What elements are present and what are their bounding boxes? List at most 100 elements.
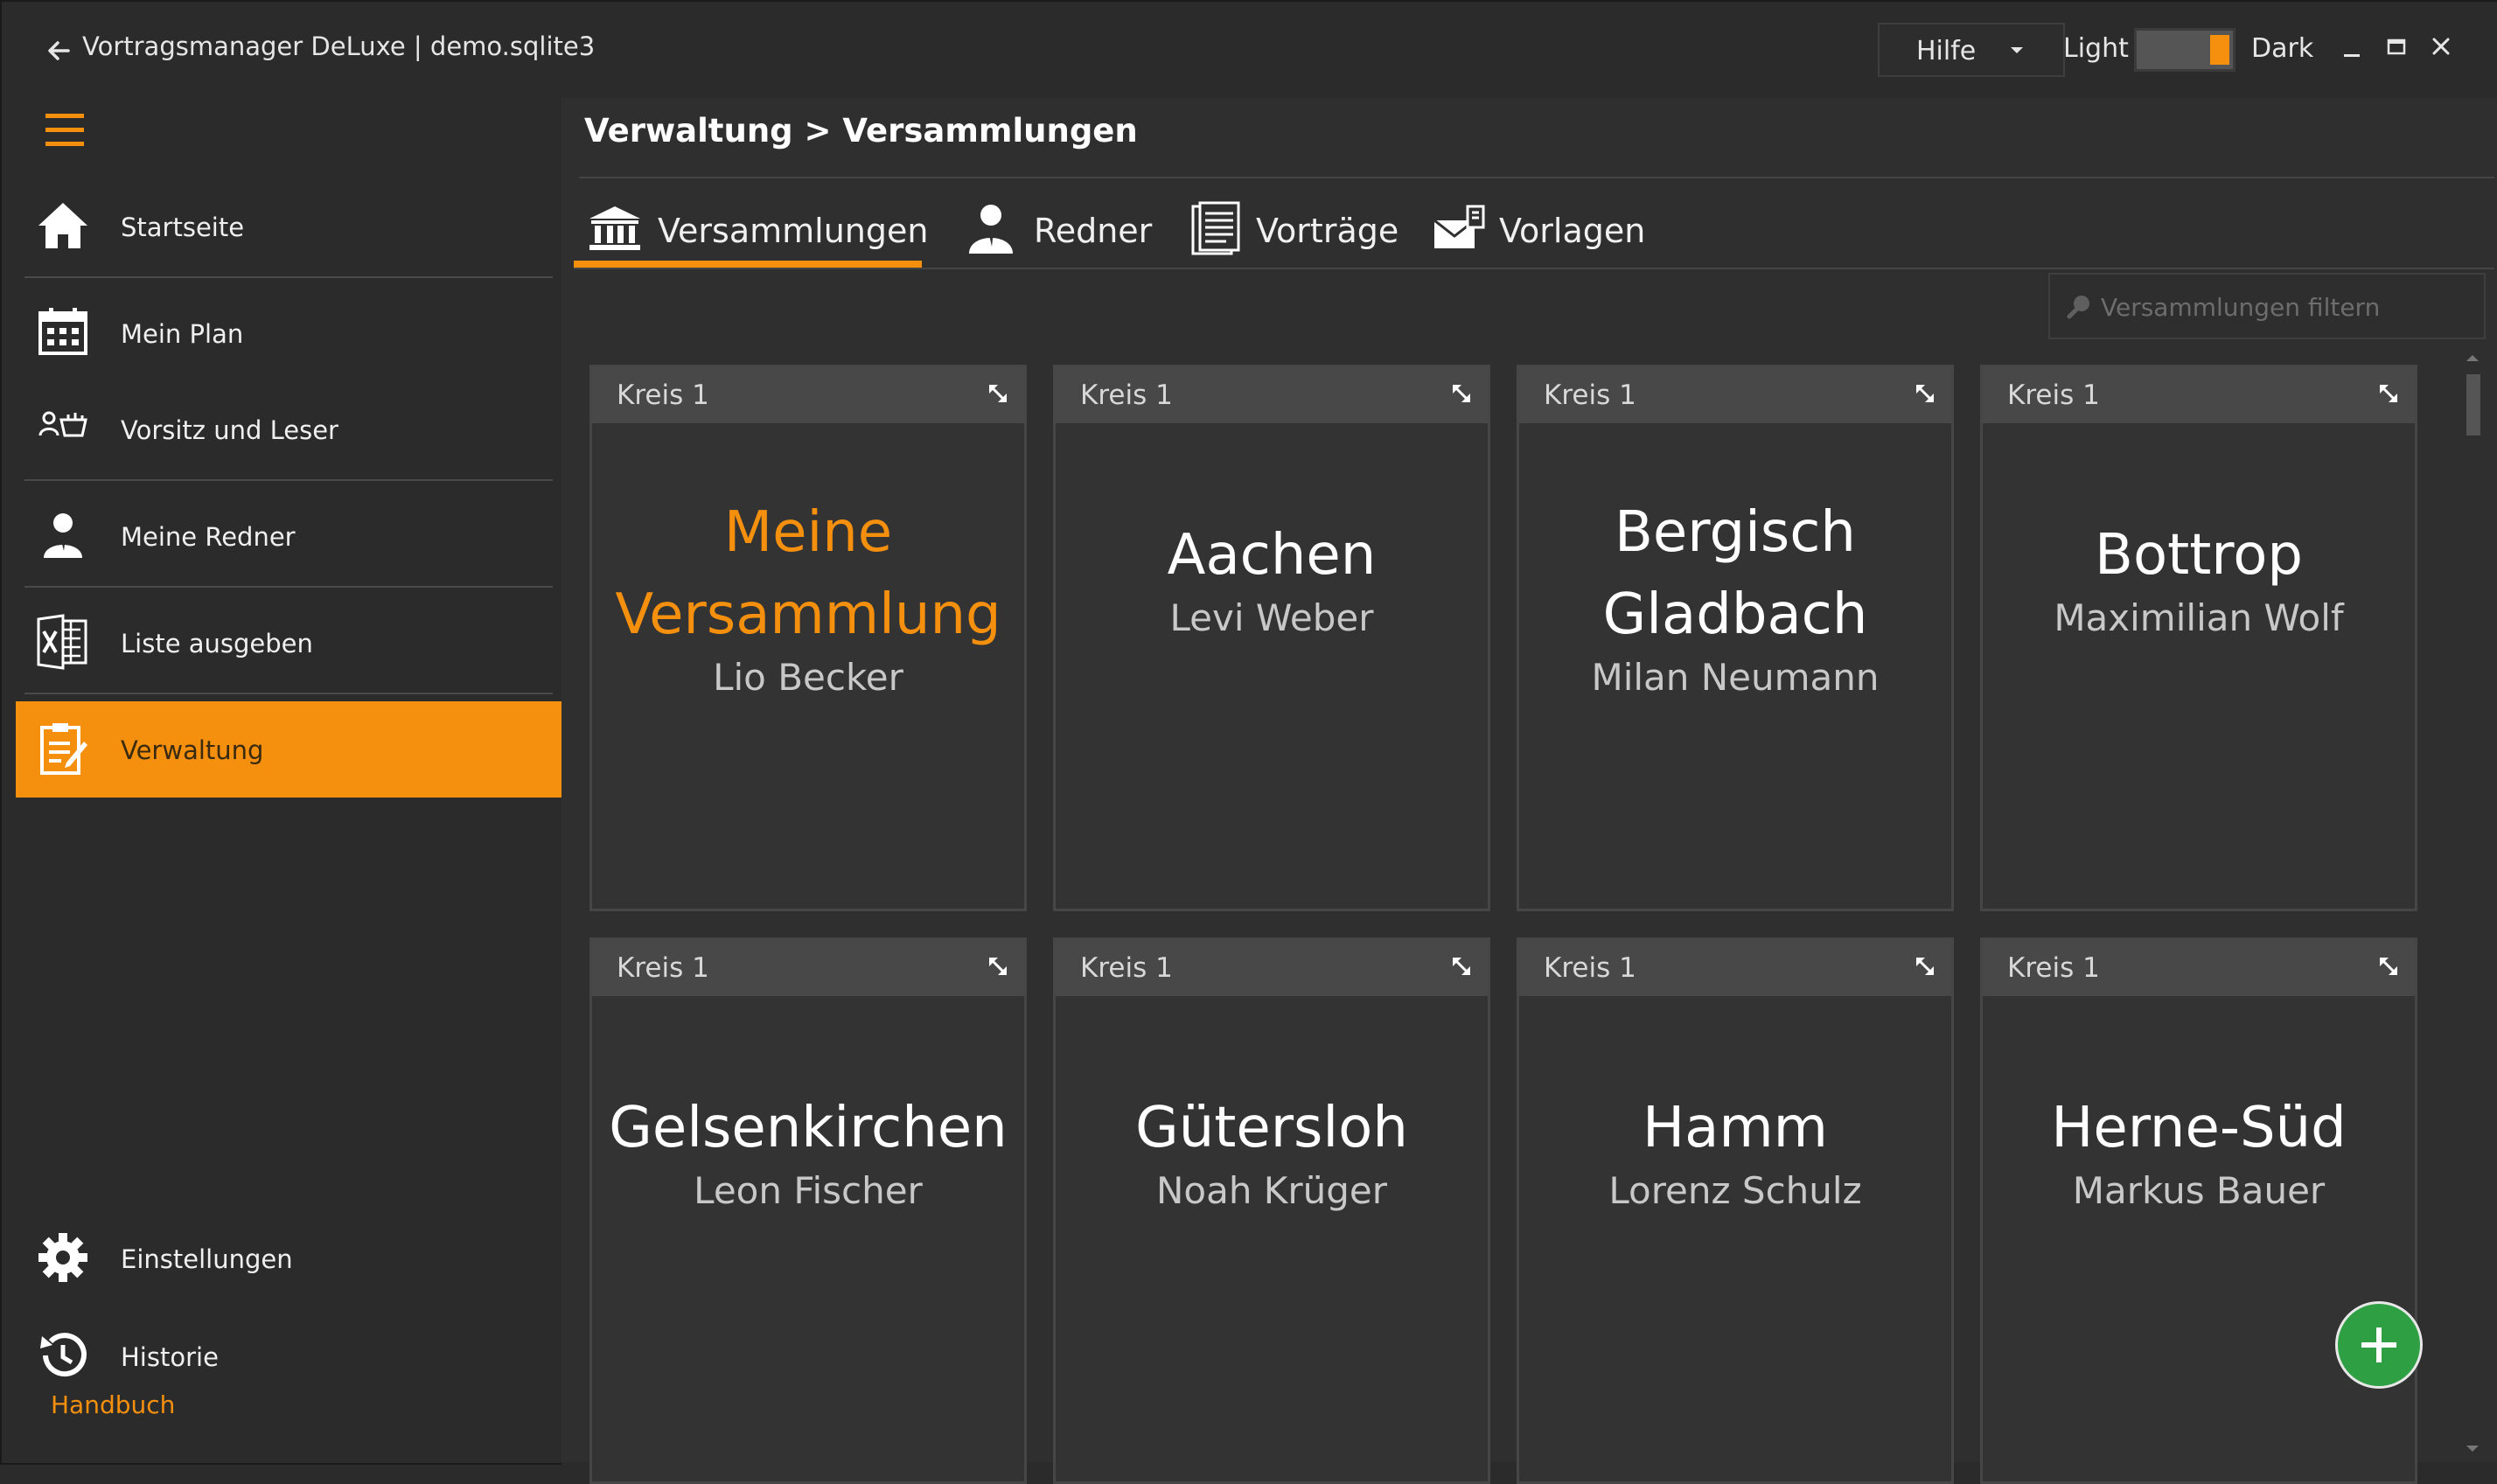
expand-icon[interactable]: [986, 954, 1010, 979]
minimize-icon[interactable]: [2332, 28, 2374, 70]
person-icon: [969, 205, 1013, 254]
expand-icon[interactable]: [1913, 381, 1937, 406]
tab-label: Redner: [1034, 212, 1153, 250]
congregation-card[interactable]: Kreis 1 Meine Versammlung Lio Becker: [589, 365, 1027, 911]
card-congregation-name: Gütersloh: [1135, 1096, 1408, 1160]
sidebar-item-mein-plan[interactable]: Mein Plan: [16, 285, 553, 381]
card-district-label: Kreis 1: [617, 380, 709, 411]
card-district-label: Kreis 1: [1080, 952, 1173, 984]
theme-dark-label: Dark: [2251, 33, 2314, 64]
scroll-up-icon[interactable]: [2466, 355, 2479, 361]
sidebar-item-label: Meine Redner: [121, 522, 296, 552]
manual-link[interactable]: Handbuch: [51, 1390, 175, 1419]
gear-icon: [38, 1233, 87, 1282]
sidebar-item-einstellungen[interactable]: Einstellungen: [16, 1210, 553, 1306]
card-congregation-name: Gelsenkirchen: [609, 1096, 1008, 1160]
active-tab-indicator: [574, 261, 922, 268]
tab-label: Vorlagen: [1499, 212, 1646, 250]
document-icon: [1191, 201, 1240, 255]
card-header: Kreis 1: [1519, 940, 1951, 996]
sidebar-item-label: Mein Plan: [121, 319, 244, 349]
card-coordinator-name: Noah Krüger: [1155, 1169, 1388, 1212]
card-body: Hamm Lorenz Schulz: [1519, 996, 1951, 1481]
excel-icon: [37, 614, 87, 670]
expand-icon[interactable]: [986, 381, 1010, 406]
back-arrow-icon[interactable]: [42, 33, 77, 68]
building-icon: [589, 206, 640, 250]
title-bar: Vortragsmanager DeLuxe | demo.sqlite3 Hi…: [2, 2, 2497, 98]
calendar-icon: [38, 308, 87, 355]
congregation-card[interactable]: Kreis 1 Aachen Levi Weber: [1053, 365, 1490, 911]
tab-redner[interactable]: Redner: [960, 178, 1205, 273]
card-congregation-name: Herne-Süd: [2051, 1096, 2347, 1160]
filter-input[interactable]: [2101, 283, 2477, 331]
card-coordinator-name: Markus Bauer: [2072, 1169, 2326, 1212]
card-body: Meine Versammlung Lio Becker: [592, 423, 1024, 909]
card-district-label: Kreis 1: [2007, 380, 2100, 411]
tab-vortraege[interactable]: Vorträge: [1186, 178, 1431, 273]
congregation-card[interactable]: Kreis 1 Hamm Lorenz Schulz: [1517, 937, 1954, 1484]
sidebar-item-label: Liste ausgeben: [121, 629, 313, 658]
card-coordinator-name: Maximilian Wolf: [2054, 596, 2344, 639]
main-content: Verwaltung > Versammlungen Versammlungen: [561, 98, 2497, 1484]
card-header: Kreis 1: [1056, 940, 1488, 996]
scrollbar-thumb[interactable]: [2466, 374, 2480, 435]
sidebar-item-liste-ausgeben[interactable]: Liste ausgeben: [16, 595, 553, 691]
divider: [24, 479, 553, 481]
expand-icon[interactable]: [1449, 381, 1474, 406]
sidebar-item-label: Startseite: [121, 212, 245, 242]
tab-label: Versammlungen: [658, 212, 929, 250]
card-body: Herne-Süd Markus Bauer: [1983, 996, 2415, 1481]
card-district-label: Kreis 1: [1544, 952, 1636, 984]
congregation-card[interactable]: Kreis 1 Gütersloh Noah Krüger: [1053, 937, 1490, 1484]
sidebar-item-label: Vorsitz und Leser: [121, 415, 338, 445]
history-icon: [40, 1333, 87, 1377]
expand-icon[interactable]: [1913, 954, 1937, 979]
sidebar-item-vorsitz-und-leser[interactable]: Vorsitz und Leser: [16, 381, 553, 477]
congregation-card[interactable]: Kreis 1 Bottrop Maximilian Wolf: [1980, 365, 2417, 911]
expand-icon[interactable]: [1449, 954, 1474, 979]
tab-versammlungen[interactable]: Versammlungen: [584, 178, 929, 273]
theme-toggle[interactable]: [2134, 28, 2235, 72]
help-dropdown[interactable]: Hilfe: [1878, 23, 2065, 77]
card-coordinator-name: Leon Fischer: [694, 1169, 923, 1212]
congregation-card[interactable]: Kreis 1 Bergisch Gladbach Milan Neumann: [1517, 365, 1954, 911]
sidebar-item-label: Historie: [121, 1342, 219, 1372]
card-body: Bottrop Maximilian Wolf: [1983, 423, 2415, 909]
card-congregation-name: Meine: [723, 500, 893, 565]
card-header: Kreis 1: [1056, 367, 1488, 423]
card-header: Kreis 1: [1983, 367, 2415, 423]
scroll-down-icon[interactable]: [2466, 1446, 2479, 1452]
filter-box[interactable]: [2048, 273, 2486, 339]
expand-icon[interactable]: [2376, 954, 2401, 979]
divider: [24, 586, 553, 588]
sidebar-item-startseite[interactable]: Startseite: [16, 178, 553, 275]
add-button[interactable]: [2335, 1301, 2423, 1389]
card-congregation-name: Aachen: [1167, 523, 1377, 588]
tab-vorlagen[interactable]: Vorlagen: [1429, 178, 1674, 273]
home-icon: [38, 203, 87, 248]
card-coordinator-name: Lio Becker: [713, 656, 903, 699]
close-icon[interactable]: [2421, 28, 2463, 70]
app-window: Vortragsmanager DeLuxe | demo.sqlite3 Hi…: [0, 0, 2497, 1484]
sidebar-item-verwaltung[interactable]: Verwaltung: [16, 701, 561, 798]
theme-light-label: Light: [2063, 33, 2129, 64]
expand-icon[interactable]: [2376, 381, 2401, 406]
congregation-card[interactable]: Kreis 1 Herne-Süd Markus Bauer: [1980, 937, 2417, 1484]
theme-toggle-knob: [2210, 35, 2229, 65]
maximize-icon[interactable]: [2375, 28, 2417, 70]
speaker-icon: [44, 513, 82, 558]
sidebar-item-meine-redner[interactable]: Meine Redner: [16, 488, 553, 584]
tab-label: Vorträge: [1256, 212, 1399, 250]
hamburger-menu-icon[interactable]: [45, 114, 84, 149]
divider: [574, 268, 2494, 269]
card-congregation-name: Gladbach: [1602, 582, 1868, 647]
card-header: Kreis 1: [592, 367, 1024, 423]
clipboard-icon: [40, 723, 87, 775]
card-congregation-name: Hamm: [1642, 1096, 1829, 1160]
congregation-card[interactable]: Kreis 1 Gelsenkirchen Leon Fischer: [589, 937, 1027, 1484]
vertical-scrollbar[interactable]: [2459, 348, 2486, 1459]
card-district-label: Kreis 1: [1080, 380, 1173, 411]
card-congregation-name: Bottrop: [2095, 523, 2303, 588]
card-coordinator-name: Lorenz Schulz: [1608, 1169, 1862, 1212]
